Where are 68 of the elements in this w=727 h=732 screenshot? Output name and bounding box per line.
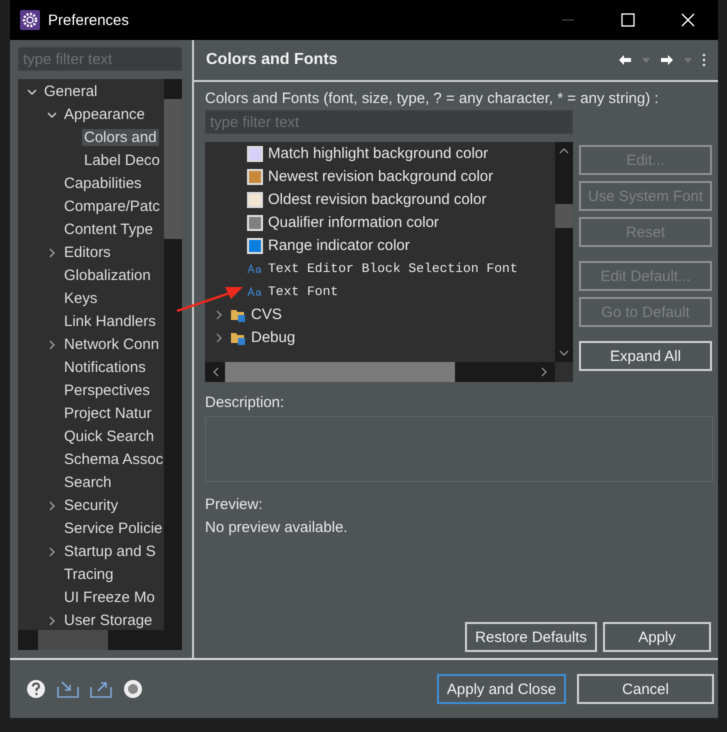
help-icon[interactable] bbox=[26, 679, 46, 699]
tree-item[interactable]: Compare/Patc bbox=[62, 198, 162, 215]
scroll-right-icon[interactable] bbox=[541, 367, 547, 377]
window-title: Preferences bbox=[48, 12, 129, 28]
vertical-scrollbar[interactable] bbox=[555, 142, 573, 362]
tree-item[interactable]: Network Conn bbox=[62, 336, 162, 353]
tree-item[interactable]: Notifications bbox=[62, 359, 148, 376]
tree-item[interactable]: Colors and bbox=[82, 129, 159, 146]
tree-item[interactable]: Newest revision background color bbox=[268, 168, 494, 185]
scrollbar-thumb[interactable] bbox=[555, 204, 573, 228]
tree-item[interactable]: Service Policie bbox=[62, 520, 164, 537]
tree-item[interactable]: Security bbox=[62, 497, 120, 514]
record-icon[interactable] bbox=[123, 679, 143, 699]
scroll-down-icon[interactable] bbox=[559, 350, 569, 356]
tree-item[interactable]: UI Freeze Mo bbox=[62, 589, 157, 606]
scrollbar-thumb[interactable] bbox=[164, 99, 182, 239]
action-button[interactable]: Apply bbox=[603, 622, 711, 652]
tree-item[interactable]: Search bbox=[62, 474, 114, 491]
tree-item[interactable]: CVS bbox=[251, 306, 282, 323]
dialog-button[interactable]: Apply and Close bbox=[437, 674, 566, 704]
tree-item[interactable]: Content Type bbox=[62, 221, 155, 238]
tree-item[interactable]: Capabilities bbox=[62, 175, 144, 192]
tree-item[interactable]: Appearance bbox=[62, 106, 147, 123]
tree-item[interactable]: Schema Assoc bbox=[62, 451, 164, 468]
tree-item[interactable]: Tracing bbox=[62, 566, 116, 583]
horizontal-scrollbar[interactable] bbox=[205, 362, 555, 382]
filter-label: Colors and Fonts (font, size, type, ? = any character, * = any string) : bbox=[205, 90, 660, 107]
action-button[interactable]: Expand All bbox=[579, 341, 712, 371]
scroll-up-icon[interactable] bbox=[559, 148, 569, 154]
maximize-icon[interactable] bbox=[620, 12, 636, 28]
dialog-button[interactable]: Cancel bbox=[577, 674, 714, 704]
tree-item[interactable]: Keys bbox=[62, 290, 100, 307]
tree-item[interactable]: Label Deco bbox=[82, 152, 162, 169]
scroll-left-icon[interactable] bbox=[213, 367, 219, 377]
tree-item[interactable]: Globalization bbox=[62, 267, 153, 284]
preview-label: Preview: bbox=[205, 496, 264, 513]
close-icon[interactable] bbox=[680, 12, 696, 28]
tree-item[interactable]: Link Handlers bbox=[62, 313, 158, 330]
forward-arrow-icon[interactable] bbox=[660, 54, 674, 66]
tree-item[interactable]: Perspectives bbox=[62, 382, 152, 399]
tree-item[interactable]: User Storage bbox=[62, 612, 154, 629]
tree-item[interactable]: Quick Search bbox=[62, 428, 156, 445]
tree-item[interactable]: Match highlight background color bbox=[268, 145, 488, 162]
menu-icon[interactable] bbox=[702, 53, 706, 67]
tree-item[interactable]: Startup and S bbox=[62, 543, 158, 560]
font-icon bbox=[247, 286, 263, 296]
tree-item[interactable]: Text Editor Block Selection Font bbox=[268, 261, 518, 276]
action-button[interactable]: Restore Defaults bbox=[465, 622, 597, 652]
tree-item[interactable]: General bbox=[42, 83, 100, 100]
tree-item[interactable]: Range indicator color bbox=[268, 237, 410, 254]
font-icon bbox=[247, 264, 263, 274]
scrollbar-thumb[interactable] bbox=[225, 362, 455, 382]
page-title: Colors and Fonts bbox=[206, 51, 338, 69]
preview-text: No preview available. bbox=[205, 519, 349, 536]
tree-item[interactable]: Debug bbox=[251, 329, 296, 346]
back-arrow-icon[interactable] bbox=[618, 54, 632, 66]
gear-icon bbox=[20, 10, 40, 30]
tree-item[interactable]: Qualifier information color bbox=[268, 214, 439, 231]
horizontal-scrollbar[interactable] bbox=[18, 630, 182, 650]
tree-item[interactable]: Project Natur bbox=[62, 405, 154, 422]
export-icon[interactable] bbox=[90, 680, 112, 698]
vertical-scrollbar[interactable] bbox=[164, 79, 182, 630]
tree-item[interactable]: Text Font bbox=[268, 284, 338, 299]
tree-item[interactable]: Oldest revision background color bbox=[268, 191, 486, 208]
tree-item[interactable]: Editors bbox=[62, 244, 113, 261]
description-label: Description: bbox=[205, 394, 286, 411]
import-icon[interactable] bbox=[57, 680, 79, 698]
scrollbar-thumb[interactable] bbox=[38, 630, 108, 650]
